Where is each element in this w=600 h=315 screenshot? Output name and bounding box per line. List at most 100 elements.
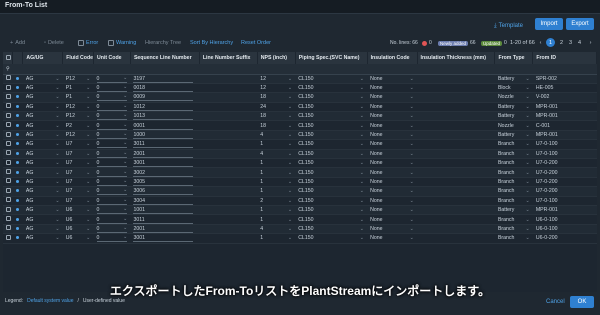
chevron-down-icon[interactable]: ⌄ — [360, 141, 364, 147]
cell[interactable]: ⌄ None — [367, 158, 418, 169]
cell[interactable] — [199, 149, 258, 160]
cell[interactable]: U7-0-100 — [532, 196, 597, 206]
chevron-down-icon[interactable]: ⌄ — [55, 160, 59, 166]
cell[interactable]: ⌄ P12 — [62, 102, 94, 113]
chevron-down-icon[interactable]: ⌄ — [86, 123, 90, 129]
chevron-down-icon[interactable]: ⌄ — [360, 123, 364, 129]
cell[interactable] — [199, 74, 258, 84]
row-checkbox[interactable] — [6, 178, 11, 184]
warning-filter[interactable]: Warning — [108, 40, 136, 46]
cell[interactable]: 2001 — [130, 149, 200, 160]
chevron-down-icon[interactable]: ⌄ — [123, 225, 127, 231]
column-filter-4[interactable] — [199, 64, 258, 75]
cell[interactable]: ⌄ Battery — [494, 205, 533, 216]
cell[interactable]: ⌄ U7 — [62, 149, 94, 160]
cell[interactable]: ⌄ Branch — [494, 214, 533, 225]
cell[interactable]: U7-0-100 — [532, 149, 597, 160]
cell[interactable] — [417, 130, 495, 141]
row-checkbox-cell[interactable] — [3, 214, 13, 225]
chevron-down-icon[interactable]: ⌄ — [410, 226, 414, 232]
select-all-checkbox[interactable] — [6, 54, 11, 60]
cell[interactable] — [199, 120, 258, 131]
chevron-down-icon[interactable]: ⌄ — [525, 85, 529, 91]
cell[interactable]: ⌄ 1 — [257, 186, 296, 197]
cell[interactable] — [199, 167, 258, 178]
cell[interactable] — [199, 130, 258, 141]
cell[interactable]: ⌄ 0 — [93, 196, 131, 206]
cell[interactable] — [417, 224, 495, 235]
chevron-down-icon[interactable]: ⌄ — [410, 76, 414, 82]
column-filter-0[interactable] — [22, 64, 63, 75]
cell[interactable]: ⌄ None — [367, 196, 418, 206]
table-row[interactable]: ⌄ AG ⌄ U7 ⌄ 0 2001 ⌄ 4 ⌄ CL150 ⌄ None ⌄ Branch U7-0-100 — [3, 149, 597, 160]
cell[interactable]: ⌄ AG — [22, 214, 63, 225]
cell[interactable]: ⌄ Branch — [494, 186, 533, 197]
row-checkbox-cell[interactable] — [3, 177, 13, 188]
cell[interactable]: 3002 — [130, 167, 200, 178]
chevron-down-icon[interactable]: ⌄ — [86, 160, 90, 166]
chevron-down-icon[interactable]: ⌄ — [360, 170, 364, 176]
chevron-down-icon[interactable]: ⌄ — [55, 235, 59, 241]
cell[interactable]: 1012 — [130, 102, 200, 113]
table-row[interactable]: ⌄ AG ⌄ P2 ⌄ 0 0001 ⌄ 18 ⌄ CL150 ⌄ None ⌄ Nozzle C-001 — [3, 120, 597, 131]
cell[interactable] — [199, 83, 258, 94]
cell[interactable]: ⌄ 1 — [257, 139, 296, 150]
chevron-down-icon[interactable]: ⌄ — [55, 207, 59, 213]
chevron-down-icon[interactable]: ⌄ — [123, 206, 127, 212]
cell[interactable] — [417, 120, 495, 131]
chevron-down-icon[interactable]: ⌄ — [360, 235, 364, 241]
cell[interactable]: ⌄ Battery — [494, 111, 533, 122]
cell[interactable]: ⌄ None — [367, 167, 418, 178]
cell[interactable]: 3001 — [130, 158, 200, 169]
cell[interactable]: ⌄ Battery — [494, 102, 533, 113]
chevron-down-icon[interactable]: ⌄ — [55, 188, 59, 194]
cell[interactable]: ⌄ 0 — [93, 205, 131, 216]
chevron-down-icon[interactable]: ⌄ — [410, 104, 414, 110]
column-filter-10[interactable] — [532, 64, 597, 75]
cell[interactable] — [417, 196, 495, 206]
chevron-down-icon[interactable]: ⌄ — [55, 94, 59, 100]
chevron-down-icon[interactable]: ⌄ — [525, 151, 529, 157]
table-row[interactable]: ⌄ AG ⌄ P12 ⌄ 0 1013 ⌄ 18 ⌄ CL150 ⌄ None ⌄ Battery MPR-0… — [3, 111, 597, 122]
column-header-8[interactable]: Insulation Thickness (mm) — [417, 52, 496, 64]
cell[interactable]: ⌄ 0 — [93, 83, 131, 94]
table-row[interactable]: ⌄ AG ⌄ P12 ⌄ 0 1012 ⌄ 24 ⌄ CL150 ⌄ None ⌄ Battery MPR-0… — [3, 102, 597, 113]
table-row[interactable]: ⌄ AG ⌄ U7 ⌄ 0 3004 ⌄ 2 ⌄ CL150 ⌄ None ⌄ Branch U7-0-100 — [3, 196, 597, 206]
cell[interactable]: U6-0-100 — [532, 224, 597, 235]
chevron-down-icon[interactable]: ⌄ — [360, 151, 364, 157]
table-row[interactable]: ⌄ AG ⌄ P1 ⌄ 0 0018 ⌄ 12 ⌄ CL150 ⌄ None ⌄ Block HE-005 — [3, 83, 597, 94]
chevron-down-icon[interactable]: ⌄ — [410, 235, 414, 241]
chevron-down-icon[interactable]: ⌄ — [410, 113, 414, 119]
prev-page-icon[interactable]: ‹ — [536, 38, 545, 47]
cell[interactable]: ⌄ CL150 — [295, 186, 368, 197]
cell[interactable]: ⌄ AG — [22, 139, 63, 150]
column-header-0[interactable]: AG/UG — [22, 52, 64, 64]
cell[interactable]: ⌄ AG — [22, 233, 63, 244]
cell[interactable]: 1001 — [130, 205, 200, 216]
row-checkbox[interactable] — [6, 122, 11, 128]
row-checkbox-cell[interactable] — [3, 205, 13, 216]
cell[interactable]: 1000 — [130, 130, 200, 141]
chevron-down-icon[interactable]: ⌄ — [410, 123, 414, 129]
cell[interactable] — [199, 196, 258, 206]
cell[interactable]: ⌄ 0 — [93, 167, 131, 178]
cell[interactable] — [199, 158, 258, 169]
row-checkbox[interactable] — [6, 187, 11, 193]
chevron-down-icon[interactable]: ⌄ — [123, 140, 127, 146]
cell[interactable]: HE-005 — [532, 83, 597, 94]
chevron-down-icon[interactable]: ⌄ — [86, 198, 90, 204]
chevron-down-icon[interactable]: ⌄ — [410, 94, 414, 100]
row-checkbox[interactable] — [6, 159, 11, 165]
cell[interactable]: ⌄ AG — [22, 205, 63, 216]
cell[interactable]: MPR-001 — [532, 102, 597, 113]
chevron-down-icon[interactable]: ⌄ — [288, 207, 292, 213]
row-checkbox[interactable] — [6, 93, 11, 99]
cell[interactable]: ⌄ 12 — [257, 74, 296, 84]
cell[interactable]: ⌄ None — [367, 177, 418, 188]
cell[interactable]: ⌄ Branch — [494, 177, 533, 188]
cell[interactable]: 3005 — [130, 177, 200, 188]
chevron-down-icon[interactable]: ⌄ — [55, 85, 59, 91]
cell[interactable]: ⌄ U6 — [62, 205, 94, 216]
column-header-2[interactable]: Unit Code — [93, 52, 131, 64]
cell[interactable]: ⌄ 1 — [257, 205, 296, 216]
